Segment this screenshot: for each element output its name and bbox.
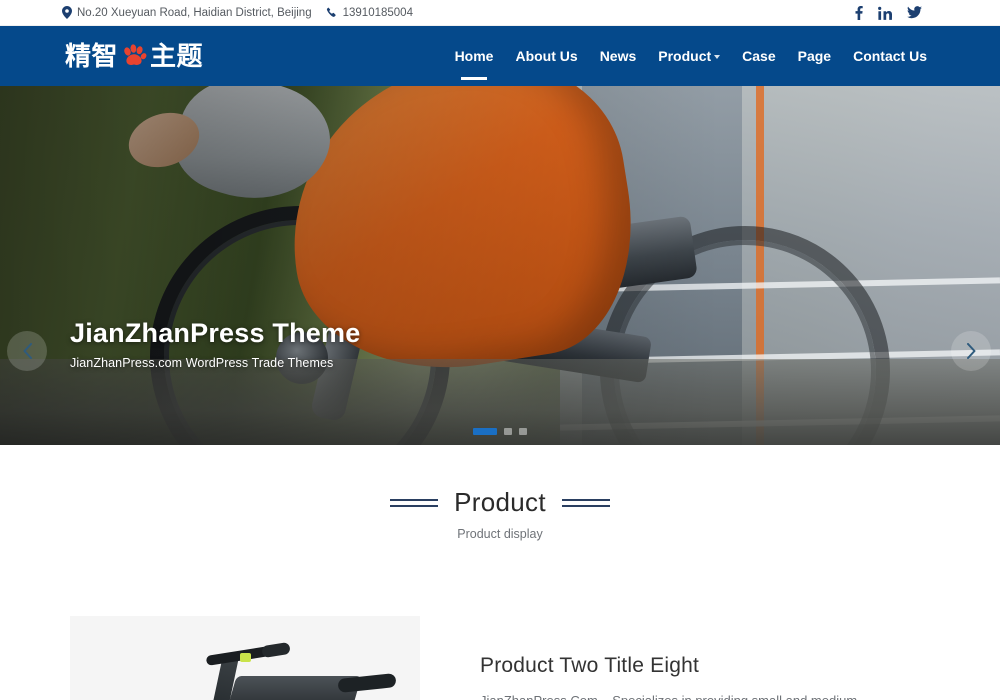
- product-bike-grip: [261, 641, 291, 659]
- logo-text-left: 精智: [65, 41, 119, 71]
- section-subtitle: Product display: [457, 527, 543, 541]
- top-contact-info: No.20 Xueyuan Road, Haidian District, Be…: [62, 6, 413, 19]
- product-title[interactable]: Product Two Title Eight: [480, 654, 930, 678]
- social-links: [855, 5, 980, 20]
- hero-overlay: [0, 86, 1000, 445]
- product-description: JianZhanPress.Com – Specializes in provi…: [480, 690, 880, 700]
- location-pin-icon: [62, 6, 72, 19]
- logo-text-right: 主题: [150, 41, 204, 71]
- nav-label: About Us: [515, 48, 578, 64]
- carousel-pagination: [473, 428, 527, 435]
- carousel-next-button[interactable]: [951, 331, 991, 371]
- chevron-down-icon: [714, 55, 721, 59]
- facebook-icon[interactable]: [855, 5, 863, 20]
- nav-label: Contact Us: [853, 48, 927, 64]
- hero-slide-image: [0, 86, 1000, 445]
- main-navigation: Home About Us News Product Case Page Con…: [444, 26, 938, 86]
- nav-item-about-us[interactable]: About Us: [504, 26, 588, 86]
- nav-item-product[interactable]: Product: [647, 26, 731, 86]
- site-logo[interactable]: 精智 主题: [65, 43, 203, 69]
- address-text: No.20 Xueyuan Road, Haidian District, Be…: [77, 6, 312, 19]
- linkedin-icon[interactable]: [878, 6, 892, 20]
- paw-print-icon: [121, 43, 147, 69]
- site-header: 精智 主题 Home About Us News Product Case Pa…: [0, 26, 1000, 86]
- product-bike-display: [240, 653, 251, 662]
- chevron-left-icon: [22, 343, 33, 359]
- phone-icon: [326, 7, 338, 19]
- carousel-prev-button[interactable]: [7, 331, 47, 371]
- page-title: Product: [454, 487, 546, 517]
- nav-label: Home: [454, 48, 494, 64]
- nav-item-case[interactable]: Case: [731, 26, 786, 86]
- section-divider-left: [390, 498, 439, 507]
- phone-text: 13910185004: [342, 6, 413, 19]
- section-header: Product Product display: [0, 487, 1000, 541]
- nav-label: Page: [797, 48, 832, 64]
- nav-label: Case: [742, 48, 776, 64]
- hero-title: JianZhanPress Theme: [70, 318, 361, 348]
- nav-item-home[interactable]: Home: [444, 26, 505, 86]
- nav-item-contact-us[interactable]: Contact Us: [842, 26, 938, 86]
- nav-label: Product: [658, 48, 712, 64]
- hero-caption: JianZhanPress Theme JianZhanPress.com Wo…: [70, 318, 360, 370]
- chevron-right-icon: [966, 343, 977, 359]
- top-contact-bar: No.20 Xueyuan Road, Haidian District, Be…: [0, 0, 1000, 26]
- nav-label: News: [599, 48, 637, 64]
- nav-item-news[interactable]: News: [589, 26, 648, 86]
- carousel-dot-2[interactable]: [504, 428, 512, 435]
- phone-item: 13910185004: [326, 7, 413, 19]
- product-section: Product Product display Product Two Titl…: [0, 445, 1000, 700]
- section-title-row: Product: [0, 487, 1000, 518]
- address-item: No.20 Xueyuan Road, Haidian District, Be…: [62, 6, 312, 19]
- section-divider-right: [561, 498, 610, 507]
- carousel-dot-1[interactable]: [473, 428, 497, 435]
- hero-carousel: JianZhanPress Theme JianZhanPress.com Wo…: [0, 86, 1000, 445]
- nav-item-page[interactable]: Page: [787, 26, 842, 86]
- twitter-icon[interactable]: [907, 6, 922, 19]
- product-bike-illustration: [70, 616, 420, 700]
- product-details: Product Two Title Eight JianZhanPress.Co…: [420, 616, 930, 700]
- hero-subtitle: JianZhanPress.com WordPress Trade Themes: [70, 356, 334, 371]
- product-image[interactable]: [70, 616, 420, 700]
- product-feature-row: Product Two Title Eight JianZhanPress.Co…: [0, 616, 1000, 700]
- carousel-dot-3[interactable]: [519, 428, 527, 435]
